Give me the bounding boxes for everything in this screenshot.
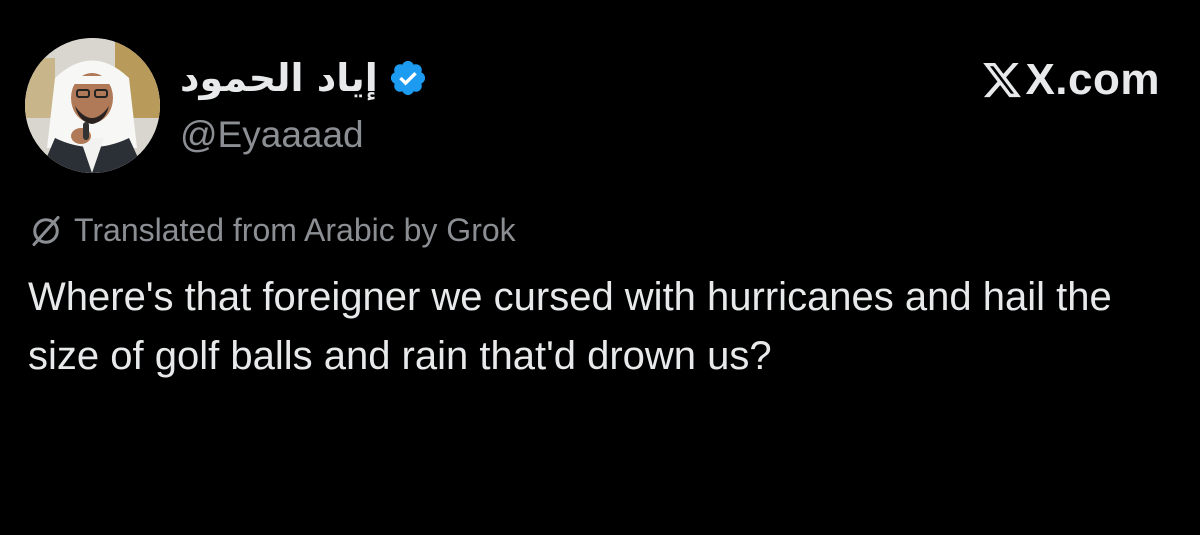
user-handle[interactable]: @Eyaaaad [180, 114, 364, 156]
avatar[interactable] [25, 38, 160, 173]
display-name-row: إياد الحمود [180, 50, 428, 106]
tweet-text: Where's that foreigner we cursed with hu… [28, 275, 1112, 378]
x-logo-icon [983, 62, 1022, 98]
display-name[interactable]: إياد الحمود [180, 56, 378, 100]
translate-off-icon [32, 215, 60, 246]
translation-note[interactable]: Translated from Arabic by Grok [28, 212, 516, 249]
verified-badge-icon [390, 60, 425, 96]
avatar-photo [25, 38, 160, 173]
site-label: X.com [1025, 55, 1160, 104]
translation-note-text: Translated from Arabic by Grok [74, 212, 516, 248]
site-brand[interactable]: X.com [981, 52, 1160, 108]
